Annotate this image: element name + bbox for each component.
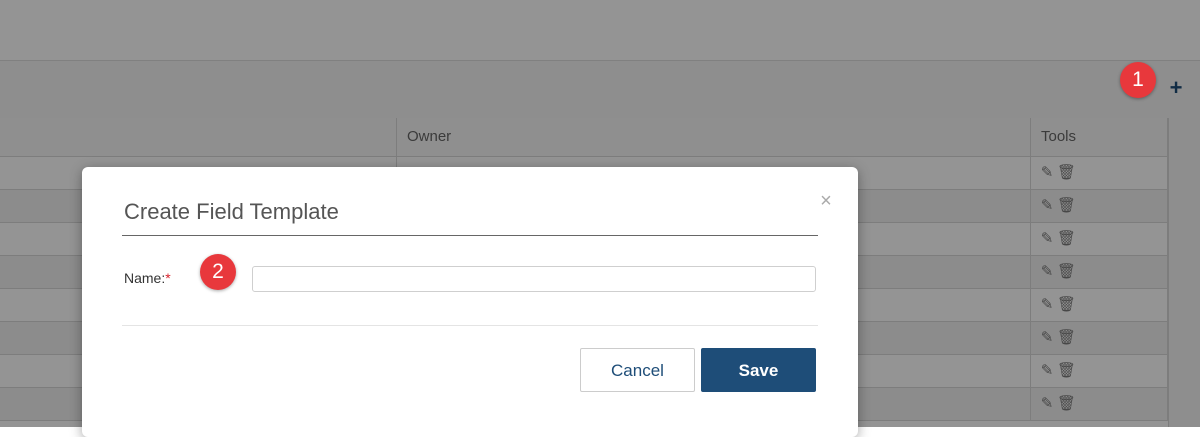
title-divider [122,235,818,236]
name-input[interactable] [252,266,816,292]
close-icon[interactable]: × [816,191,836,211]
save-button[interactable]: Save [701,348,816,392]
cancel-button[interactable]: Cancel [580,348,695,392]
step-badge-2: 2 [200,254,236,290]
required-mark: * [165,270,171,286]
dialog-title: Create Field Template [124,199,339,224]
name-label-text: Name: [124,270,166,286]
create-field-template-dialog: Create Field Template × Name:* Cancel Sa… [82,167,858,437]
step-badge-1: 1 [1120,62,1156,98]
name-label: Name:* [124,270,171,286]
footer-divider [122,325,818,326]
